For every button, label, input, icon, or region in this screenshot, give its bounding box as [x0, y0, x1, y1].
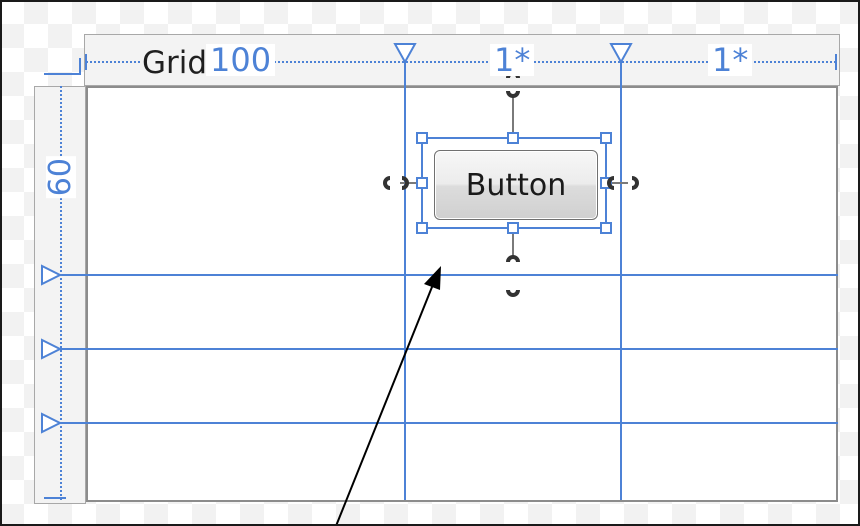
- annotation-arrow-overlay: [335, 266, 441, 526]
- xaml-designer-surface[interactable]: Grid 100 1* 1* 60 Button: [0, 0, 860, 526]
- annotation-arrow-line: [335, 281, 435, 526]
- annotation-arrowhead-icon: [424, 266, 441, 290]
